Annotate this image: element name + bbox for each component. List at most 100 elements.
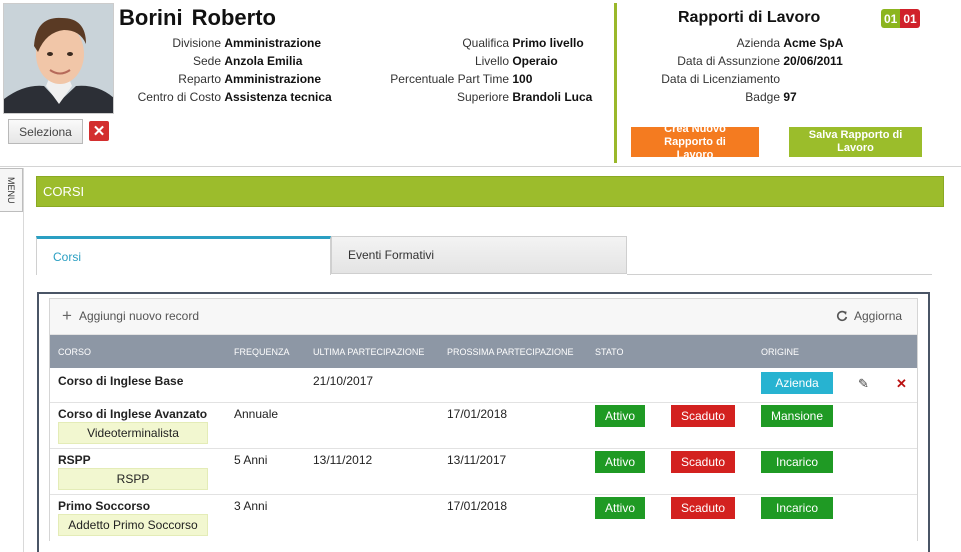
refresh-button[interactable]: Aggiorna bbox=[836, 309, 902, 323]
section-header: CORSI bbox=[36, 176, 944, 207]
header-separator bbox=[0, 166, 961, 167]
button-label: Salva Rapporto di Lavoro bbox=[808, 129, 903, 154]
select-button[interactable]: Seleziona bbox=[8, 119, 83, 144]
mansione-tag: RSPP bbox=[58, 468, 208, 490]
cell-prossima: 17/01/2018 bbox=[447, 499, 508, 513]
origin-badge[interactable]: Mansione bbox=[761, 405, 833, 427]
cell-frequenza: 3 Anni bbox=[234, 499, 268, 513]
field-part-time: Percentuale Part Time 100 bbox=[360, 70, 532, 88]
rapporti-counter: 01 01 bbox=[881, 9, 920, 28]
column-header[interactable]: PROSSIMA PARTECIPAZIONE bbox=[447, 347, 574, 357]
plus-icon: + bbox=[62, 306, 72, 325]
cell-corso: Corso di Inglese Avanzato bbox=[58, 407, 208, 421]
field-label: Divisione bbox=[172, 36, 221, 50]
cell-corso: RSPP bbox=[58, 453, 91, 467]
field-value: Acme SpA bbox=[783, 36, 844, 50]
field-label: Badge bbox=[745, 90, 780, 104]
field-qualifica: Qualifica Primo livello bbox=[360, 34, 583, 52]
tab-eventi-formativi[interactable]: Eventi Formativi bbox=[331, 236, 627, 274]
field-sede: Sede Anzola Emilia bbox=[120, 52, 302, 70]
origin-badge[interactable]: Azienda bbox=[761, 372, 833, 394]
field-label: Azienda bbox=[736, 36, 780, 50]
pencil-icon[interactable]: ✎ bbox=[858, 376, 869, 392]
field-label: Livello bbox=[474, 54, 509, 68]
field-reparto: Reparto Amministrazione bbox=[120, 70, 321, 88]
field-value: 97 bbox=[783, 90, 797, 104]
expiry-badge[interactable]: Scaduto bbox=[671, 405, 735, 427]
table-row[interactable]: Corso di Inglese Avanzato Videoterminali… bbox=[50, 403, 917, 449]
status-badge[interactable]: Attivo bbox=[595, 405, 645, 427]
button-label: Crea Nuovo Rapporto di Lavoro bbox=[664, 122, 726, 161]
field-label: Centro di Costo bbox=[137, 90, 221, 104]
field-divisione: Divisione Amministrazione bbox=[120, 34, 322, 52]
column-header[interactable]: CORSO bbox=[58, 347, 91, 357]
field-value: Amministrazione bbox=[224, 72, 322, 86]
status-badge[interactable]: Attivo bbox=[595, 497, 645, 519]
cell-corso: Corso di Inglese Base bbox=[58, 374, 184, 388]
field-label: Qualifica bbox=[462, 36, 509, 50]
field-data-licenziamento: Data di Licenziamento bbox=[620, 70, 780, 88]
cell-prossima: 17/01/2018 bbox=[447, 407, 508, 421]
column-header[interactable]: ULTIMA PARTECIPAZIONE bbox=[313, 347, 424, 357]
status-badge[interactable]: Attivo bbox=[595, 451, 645, 473]
add-record-label: Aggiungi nuovo record bbox=[78, 309, 200, 323]
field-badge: Badge 97 bbox=[620, 88, 797, 106]
close-icon: ✕ bbox=[92, 123, 106, 140]
grid-toolbar: + Aggiungi nuovo record Aggiorna bbox=[50, 299, 917, 335]
field-livello: Livello Operaio bbox=[360, 52, 558, 70]
remove-button[interactable]: ✕ bbox=[89, 121, 109, 141]
origin-badge[interactable]: Incarico bbox=[761, 497, 833, 519]
field-label: Data di Licenziamento bbox=[661, 72, 780, 86]
origin-badge[interactable]: Incarico bbox=[761, 451, 833, 473]
field-value: Anzola Emilia bbox=[224, 54, 303, 68]
grid-header: CORSO FREQUENZA ULTIMA PARTECIPAZIONE PR… bbox=[50, 335, 917, 368]
save-rapporto-button[interactable]: Salva Rapporto di Lavoro bbox=[789, 127, 922, 157]
field-label: Sede bbox=[192, 54, 221, 68]
cell-ultima: 13/11/2012 bbox=[313, 453, 373, 467]
field-value: Brandoli Luca bbox=[512, 90, 593, 104]
tab-baseline bbox=[627, 274, 932, 275]
employee-name: Borini Roberto bbox=[119, 5, 276, 30]
field-centro-di-costo: Centro di Costo Assistenza tecnica bbox=[120, 88, 332, 106]
expiry-badge[interactable]: Scaduto bbox=[671, 451, 735, 473]
table-row[interactable]: RSPP RSPP 5 Anni 13/11/2012 13/11/2017 A… bbox=[50, 449, 917, 495]
create-rapporto-button[interactable]: Crea Nuovo Rapporto di Lavoro bbox=[631, 123, 759, 161]
refresh-label: Aggiorna bbox=[854, 309, 903, 323]
tab-corsi[interactable]: Corsi bbox=[36, 236, 331, 275]
column-header[interactable]: ORIGINE bbox=[761, 347, 799, 357]
mansione-tag: Videoterminalista bbox=[58, 422, 208, 444]
cell-corso: Primo Soccorso bbox=[58, 499, 151, 513]
expiry-badge[interactable]: Scaduto bbox=[671, 497, 735, 519]
add-record-button[interactable]: + Aggiungi nuovo record bbox=[62, 306, 200, 325]
column-header[interactable]: FREQUENZA bbox=[234, 347, 290, 357]
menu-toggle[interactable]: MENU bbox=[0, 168, 23, 212]
field-value: Assistenza tecnica bbox=[224, 90, 332, 104]
counter-badge-total: 01 bbox=[900, 9, 920, 28]
field-value: 100 bbox=[512, 72, 533, 86]
field-data-assunzione: Data di Assunzione 20/06/2011 bbox=[620, 52, 843, 70]
avatar bbox=[4, 4, 113, 113]
field-label: Data di Assunzione bbox=[677, 54, 780, 68]
refresh-icon bbox=[837, 310, 848, 322]
field-value: 20/06/2011 bbox=[783, 54, 843, 68]
counter-badge-current: 01 bbox=[881, 9, 901, 28]
delete-icon[interactable]: ✕ bbox=[896, 376, 907, 392]
column-header[interactable]: STATO bbox=[595, 347, 624, 357]
cell-frequenza: Annuale bbox=[234, 407, 279, 421]
field-value: Operaio bbox=[512, 54, 558, 68]
rapporti-title: Rapporti di Lavoro bbox=[678, 9, 821, 26]
menu-label: MENU bbox=[6, 176, 16, 204]
corsi-grid: + Aggiungi nuovo record Aggiorna CORSO F… bbox=[49, 298, 918, 541]
field-label: Percentuale Part Time bbox=[390, 72, 509, 86]
cell-frequenza: 5 Anni bbox=[234, 453, 268, 467]
field-superiore: Superiore Brandoli Luca bbox=[360, 88, 592, 106]
mansione-tag: Addetto Primo Soccorso bbox=[58, 514, 208, 536]
cell-ultima: 21/10/2017 bbox=[313, 374, 374, 388]
field-azienda: Azienda Acme SpA bbox=[620, 34, 844, 52]
table-row[interactable]: Primo Soccorso Addetto Primo Soccorso 3 … bbox=[50, 495, 917, 541]
field-label: Superiore bbox=[456, 90, 509, 104]
menu-border bbox=[23, 168, 24, 552]
cell-prossima: 13/11/2017 bbox=[447, 453, 507, 467]
field-label: Reparto bbox=[178, 72, 221, 86]
table-row[interactable]: Corso di Inglese Base 21/10/2017 Azienda… bbox=[50, 368, 917, 403]
